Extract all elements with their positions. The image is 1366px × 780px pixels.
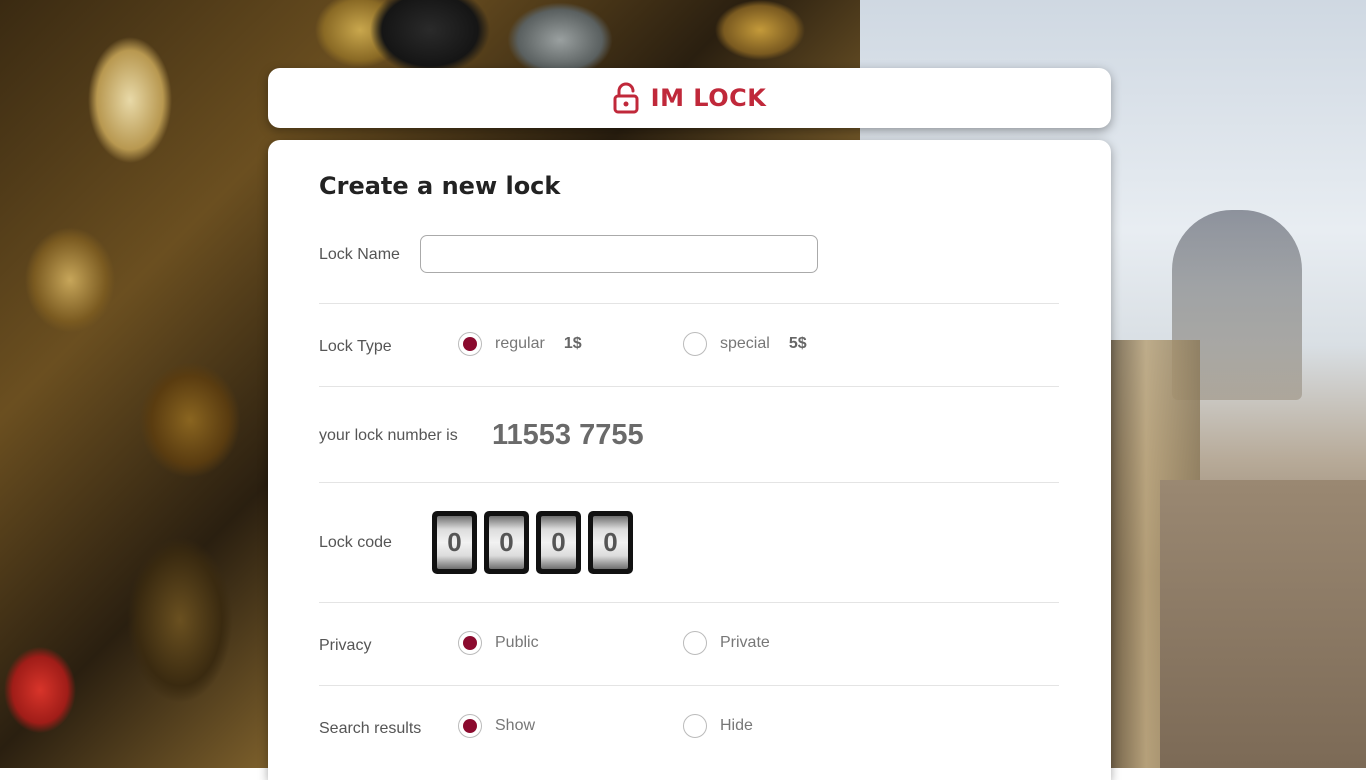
search-results-label: Search results	[319, 720, 422, 737]
lock-type-special-label: special	[720, 335, 770, 352]
lock-name-label: Lock Name	[319, 246, 400, 263]
divider	[319, 303, 1059, 304]
code-digit-wheel[interactable]: 0	[536, 511, 581, 574]
lock-type-label: Lock Type	[319, 338, 392, 355]
privacy-row: Privacy Public Private	[319, 631, 1059, 661]
lock-number-value: 11553 7755	[492, 419, 644, 451]
radio-unchecked-icon[interactable]	[683, 332, 707, 356]
divider	[319, 482, 1059, 483]
search-results-hide-label: Hide	[720, 717, 753, 734]
lock-type-regular-price: 1$	[563, 335, 582, 352]
privacy-label: Privacy	[319, 637, 372, 654]
radio-checked-icon[interactable]	[458, 631, 482, 655]
search-results-row: Search results Show Hide	[319, 714, 1059, 744]
code-digit-value: 0	[593, 516, 628, 569]
code-digit-wheel[interactable]: 0	[432, 511, 477, 574]
lock-type-special-price: 5$	[788, 335, 807, 352]
code-digit-value: 0	[489, 516, 524, 569]
lock-number-label: your lock number is	[319, 427, 458, 444]
privacy-private-radio[interactable]: Private	[683, 631, 770, 655]
lock-code-row: Lock code 0 0 0 0	[319, 511, 1059, 574]
lock-name-row: Lock Name	[319, 235, 1059, 275]
search-results-show-label: Show	[495, 717, 536, 734]
lock-type-special-radio[interactable]: special 5$	[683, 332, 807, 356]
lock-type-regular-radio[interactable]: regular 1$	[458, 332, 582, 356]
divider	[319, 386, 1059, 387]
page-title: Create a new lock	[319, 172, 561, 200]
search-results-show-radio[interactable]: Show	[458, 714, 535, 738]
search-results-hide-radio[interactable]: Hide	[683, 714, 753, 738]
code-digit-wheel[interactable]: 0	[484, 511, 529, 574]
radio-checked-icon[interactable]	[458, 714, 482, 738]
create-lock-form: Create a new lock Lock Name Lock Type re…	[268, 140, 1111, 780]
brand-name[interactable]: IM LOCK	[651, 84, 767, 112]
padlock-icon	[613, 82, 639, 114]
privacy-public-radio[interactable]: Public	[458, 631, 539, 655]
divider	[319, 602, 1059, 603]
lock-code-label: Lock code	[319, 534, 392, 551]
privacy-public-label: Public	[495, 634, 539, 651]
lock-number-row: your lock number is 11553 7755	[319, 416, 1059, 456]
code-digit-value: 0	[437, 516, 472, 569]
lock-type-row: Lock Type regular 1$ special 5$	[319, 332, 1059, 362]
code-digit-wheel[interactable]: 0	[588, 511, 633, 574]
bridge-walkway	[1160, 480, 1366, 768]
lock-code-wheels: 0 0 0 0	[432, 511, 633, 574]
radio-unchecked-icon[interactable]	[683, 631, 707, 655]
radio-unchecked-icon[interactable]	[683, 714, 707, 738]
app-header: IM LOCK	[268, 68, 1111, 128]
code-digit-value: 0	[541, 516, 576, 569]
lock-type-regular-label: regular	[495, 335, 545, 352]
lock-name-input[interactable]	[420, 235, 818, 273]
radio-checked-icon[interactable]	[458, 332, 482, 356]
divider	[319, 685, 1059, 686]
privacy-private-label: Private	[720, 634, 770, 651]
